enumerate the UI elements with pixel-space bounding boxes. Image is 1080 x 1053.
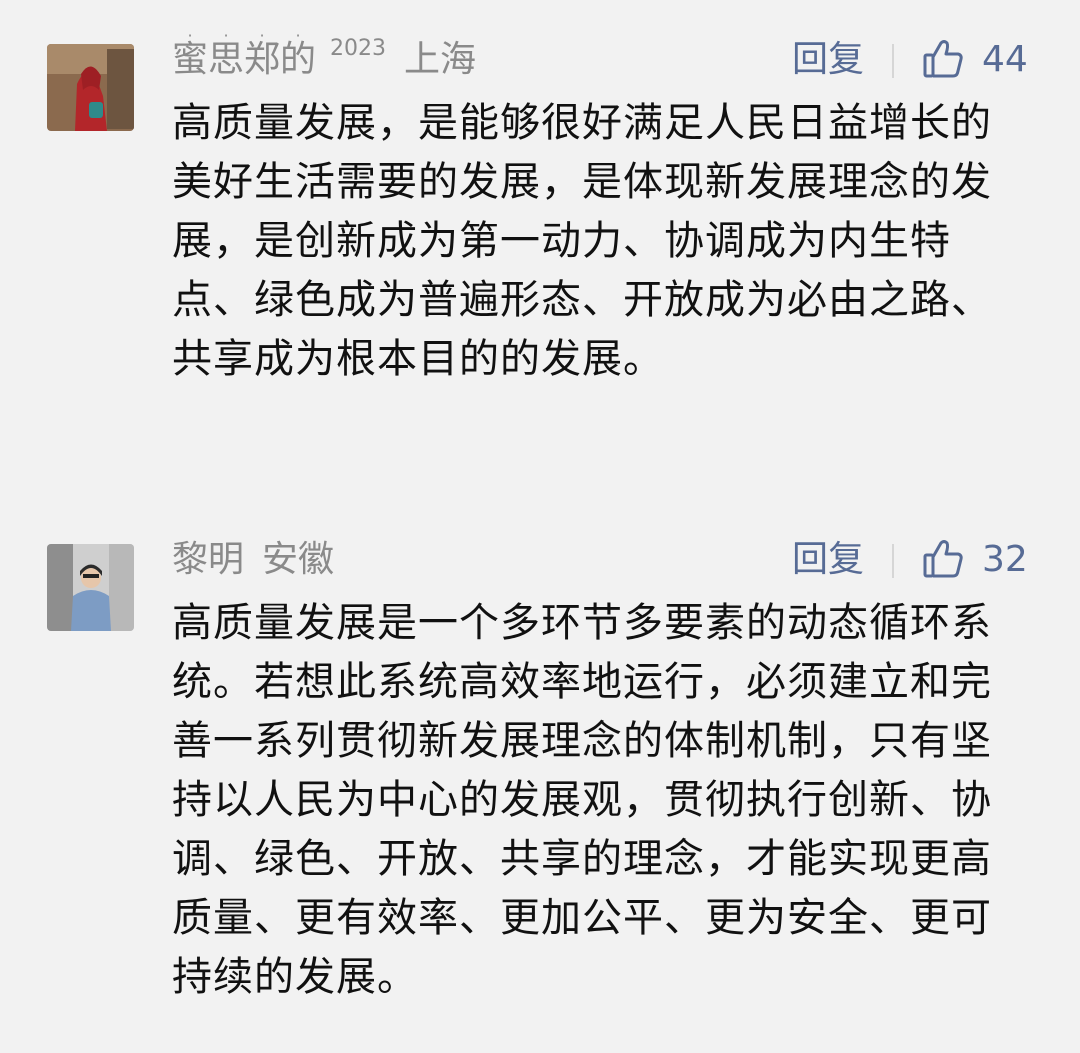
like-count: 32: [982, 539, 1028, 580]
comment-item: 黎明 安徽 回复 32 高质量发展是一个多环节多要素的动态循环系统。若想此系统高…: [0, 0, 1080, 1053]
username[interactable]: 黎明: [172, 540, 244, 580]
divider: [892, 544, 894, 578]
avatar[interactable]: [47, 544, 134, 631]
location-label: 安徽: [262, 539, 335, 580]
comment-user: 黎明 安徽: [172, 540, 334, 580]
comment-text: 高质量发展是一个多环节多要素的动态循环系统。若想此系统高效率地运行，必须建立和完…: [172, 600, 992, 1000]
thumbs-up-icon[interactable]: [922, 538, 964, 580]
reply-button[interactable]: 回复: [792, 540, 864, 580]
